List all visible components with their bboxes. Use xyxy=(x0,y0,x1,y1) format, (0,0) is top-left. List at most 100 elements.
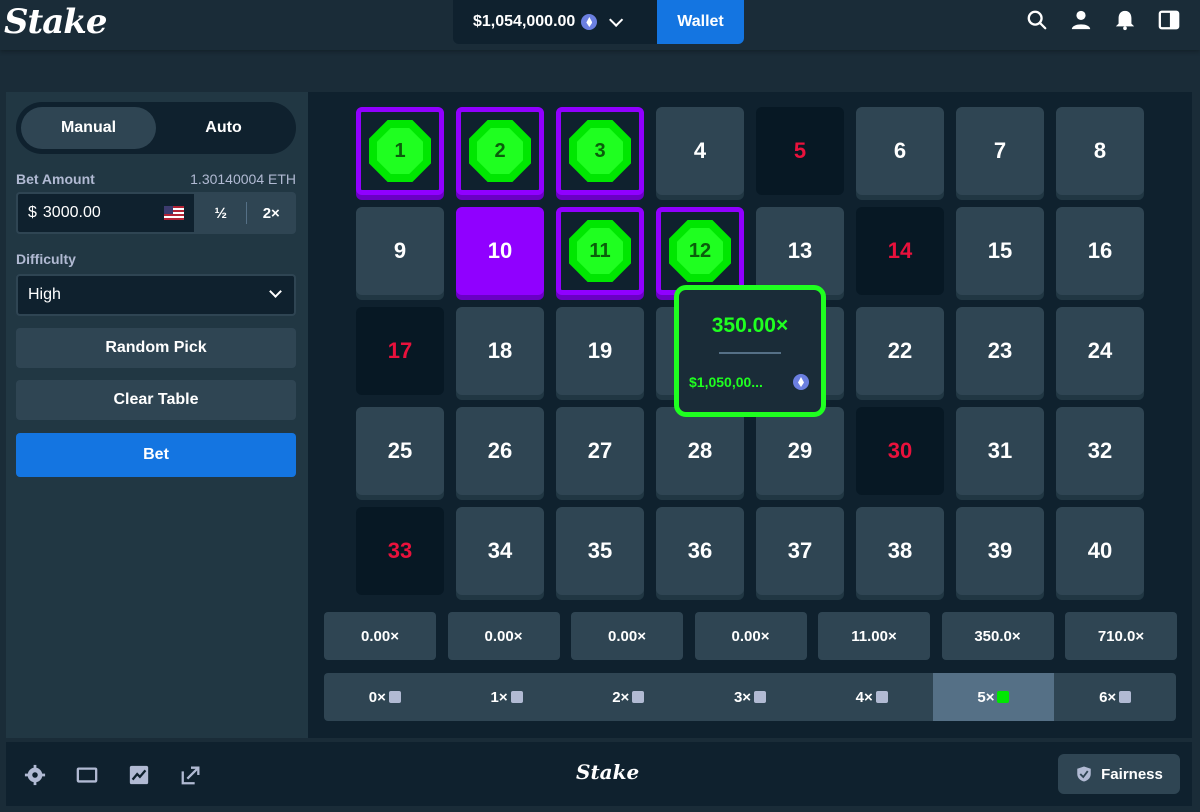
hit-count-2: 2× xyxy=(567,673,689,721)
tile-35[interactable]: 35 xyxy=(556,507,644,595)
tile-number: 4 xyxy=(693,138,707,163)
user-icon[interactable] xyxy=(1070,9,1092,31)
tile-39[interactable]: 39 xyxy=(956,507,1044,595)
tile-28[interactable]: 28 xyxy=(656,407,744,495)
balance-selector[interactable]: $1,054,000.00 xyxy=(453,0,657,44)
tile-number: 22 xyxy=(887,338,913,363)
game-footer: Stake Fairness xyxy=(6,742,1192,806)
tile-30[interactable]: 30 xyxy=(856,407,944,495)
payout-multiplier: 710.0× xyxy=(1065,612,1177,660)
tile-23[interactable]: 23 xyxy=(956,307,1044,395)
eth-icon xyxy=(793,374,809,390)
bet-amount-crypto: 1.30140004 ETH xyxy=(190,171,296,187)
tile-3[interactable]: 3 xyxy=(556,107,644,195)
tile-13[interactable]: 13 xyxy=(756,207,844,295)
bet-amount-value: 3000.00 xyxy=(42,204,101,221)
tile-26[interactable]: 26 xyxy=(456,407,544,495)
tile-19[interactable]: 19 xyxy=(556,307,644,395)
gem-mini-icon xyxy=(1119,691,1132,703)
tile-15[interactable]: 15 xyxy=(956,207,1044,295)
gem-mini-icon xyxy=(388,691,401,703)
win-multiplier: 350.00× xyxy=(711,314,789,337)
tile-18[interactable]: 18 xyxy=(456,307,544,395)
hit-count-5: 5× xyxy=(932,673,1055,721)
tile-16[interactable]: 16 xyxy=(1056,207,1144,295)
tile-10[interactable]: 10 xyxy=(456,207,544,295)
half-bet-button[interactable]: ½ xyxy=(196,192,246,234)
tile-31[interactable]: 31 xyxy=(956,407,1044,495)
tile-11[interactable]: 11 xyxy=(556,207,644,295)
tile-34[interactable]: 34 xyxy=(456,507,544,595)
tile-8[interactable]: 8 xyxy=(1056,107,1144,195)
gem-mini-icon xyxy=(510,691,523,703)
payout-multiplier: 0.00× xyxy=(447,612,560,660)
tile-number: 24 xyxy=(1087,338,1113,363)
settings-icon[interactable] xyxy=(24,764,46,786)
difficulty-value: High xyxy=(28,286,61,303)
tile-2[interactable]: 2 xyxy=(456,107,544,195)
wallet-button[interactable]: Wallet xyxy=(657,0,744,44)
tile-17[interactable]: 17 xyxy=(356,307,444,395)
tile-9[interactable]: 9 xyxy=(356,207,444,295)
bet-amount-input[interactable]: $ 3000.00 xyxy=(16,192,196,234)
fairness-button[interactable]: Fairness xyxy=(1058,754,1180,794)
bet-amount-row: $ 3000.00 ½ 2× xyxy=(16,192,296,234)
tile-number: 14 xyxy=(887,238,913,263)
us-flag-icon xyxy=(164,206,184,220)
stake-logo[interactable]: Stake xyxy=(4,2,107,42)
tile-6[interactable]: 6 xyxy=(856,107,944,195)
tile-number: 37 xyxy=(787,538,813,563)
gem-mini-icon xyxy=(997,691,1010,703)
tile-number: 2 xyxy=(494,139,506,162)
tile-27[interactable]: 27 xyxy=(556,407,644,495)
gem-icon: 12 xyxy=(669,220,731,282)
hit-count-label: 4× xyxy=(855,688,873,706)
clear-table-button[interactable]: Clear Table xyxy=(16,380,296,420)
tile-number: 19 xyxy=(587,338,613,363)
tile-number: 17 xyxy=(387,338,413,363)
search-icon[interactable] xyxy=(1026,9,1048,31)
popout-icon[interactable] xyxy=(180,764,202,786)
tab-auto[interactable]: Auto xyxy=(156,107,291,149)
tile-25[interactable]: 25 xyxy=(356,407,444,495)
bet-button[interactable]: Bet xyxy=(16,433,296,477)
tile-number: 10 xyxy=(487,238,513,263)
tile-number: 7 xyxy=(993,138,1007,163)
tile-number: 5 xyxy=(793,138,807,163)
tile-7[interactable]: 7 xyxy=(956,107,1044,195)
payout-multiplier: 0.00× xyxy=(571,612,683,660)
sidebar-toggle-icon[interactable] xyxy=(1158,9,1180,31)
bell-icon[interactable] xyxy=(1114,9,1136,31)
gem-mini-icon xyxy=(632,691,645,703)
tile-29[interactable]: 29 xyxy=(756,407,844,495)
hit-count-label: 5× xyxy=(977,688,995,706)
footer-logo: Stake xyxy=(576,760,640,784)
tile-36[interactable]: 36 xyxy=(656,507,744,595)
tile-number: 15 xyxy=(987,238,1013,263)
difficulty-select[interactable]: High xyxy=(16,274,296,316)
chevron-down-icon xyxy=(609,12,624,27)
random-pick-button[interactable]: Random Pick xyxy=(16,328,296,368)
tab-manual[interactable]: Manual xyxy=(21,107,156,149)
gem-icon: 3 xyxy=(569,120,631,182)
stats-icon[interactable] xyxy=(128,764,150,786)
bet-controls-panel: Manual Auto Bet Amount 1.30140004 ETH $ … xyxy=(6,92,308,738)
tile-5[interactable]: 5 xyxy=(756,107,844,195)
shield-check-icon xyxy=(1077,766,1091,782)
tile-22[interactable]: 22 xyxy=(856,307,944,395)
tile-14[interactable]: 14 xyxy=(856,207,944,295)
tile-37[interactable]: 37 xyxy=(756,507,844,595)
tile-12[interactable]: 12 xyxy=(656,207,744,295)
tile-number: 23 xyxy=(987,338,1013,363)
difficulty-label: Difficulty xyxy=(16,251,76,267)
tile-24[interactable]: 24 xyxy=(1056,307,1144,395)
tile-1[interactable]: 1 xyxy=(356,107,444,195)
tile-number: 32 xyxy=(1087,438,1113,463)
tile-4[interactable]: 4 xyxy=(656,107,744,195)
double-bet-button[interactable]: 2× xyxy=(247,192,297,234)
tile-38[interactable]: 38 xyxy=(856,507,944,595)
tile-33[interactable]: 33 xyxy=(356,507,444,595)
theatre-mode-icon[interactable] xyxy=(76,764,98,786)
tile-32[interactable]: 32 xyxy=(1056,407,1144,495)
tile-40[interactable]: 40 xyxy=(1056,507,1144,595)
